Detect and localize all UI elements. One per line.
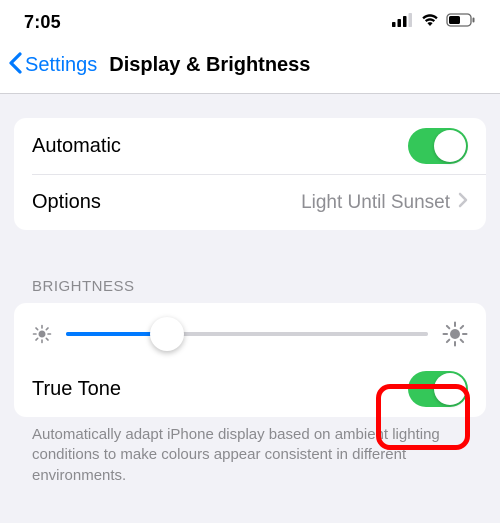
brightness-group: True Tone: [14, 303, 486, 417]
cellular-icon: [392, 13, 414, 32]
wifi-icon: [420, 13, 440, 32]
status-time: 7:05: [24, 12, 61, 33]
true-tone-label: True Tone: [32, 378, 408, 401]
toggle-knob: [434, 373, 466, 405]
toggle-knob: [434, 130, 466, 162]
sun-big-icon: [442, 321, 468, 347]
options-row[interactable]: Options Light Until Sunset: [32, 174, 486, 230]
status-icons: [392, 13, 476, 32]
true-tone-description: Automatically adapt iPhone display based…: [14, 417, 486, 486]
brightness-header: BRIGHTNESS: [14, 278, 486, 303]
appearance-group: Automatic Options Light Until Sunset: [14, 118, 486, 230]
slider-thumb: [150, 317, 184, 351]
sun-small-icon: [32, 324, 52, 344]
automatic-label: Automatic: [32, 135, 408, 158]
chevron-left-icon: [8, 52, 23, 80]
status-bar: 7:05: [0, 0, 500, 44]
automatic-row: Automatic: [14, 118, 486, 174]
options-value: Light Until Sunset: [301, 192, 450, 214]
automatic-toggle[interactable]: [408, 128, 468, 164]
chevron-right-icon: [458, 191, 468, 214]
nav-bar: Settings Display & Brightness: [0, 44, 500, 94]
true-tone-row: True Tone: [14, 361, 486, 417]
options-label: Options: [32, 191, 301, 214]
back-button[interactable]: Settings: [8, 52, 97, 80]
true-tone-toggle[interactable]: [408, 371, 468, 407]
battery-icon: [446, 13, 476, 32]
brightness-slider[interactable]: [66, 332, 428, 336]
brightness-slider-row: [14, 303, 486, 361]
back-label: Settings: [25, 54, 97, 77]
page-title: Display & Brightness: [109, 54, 310, 77]
